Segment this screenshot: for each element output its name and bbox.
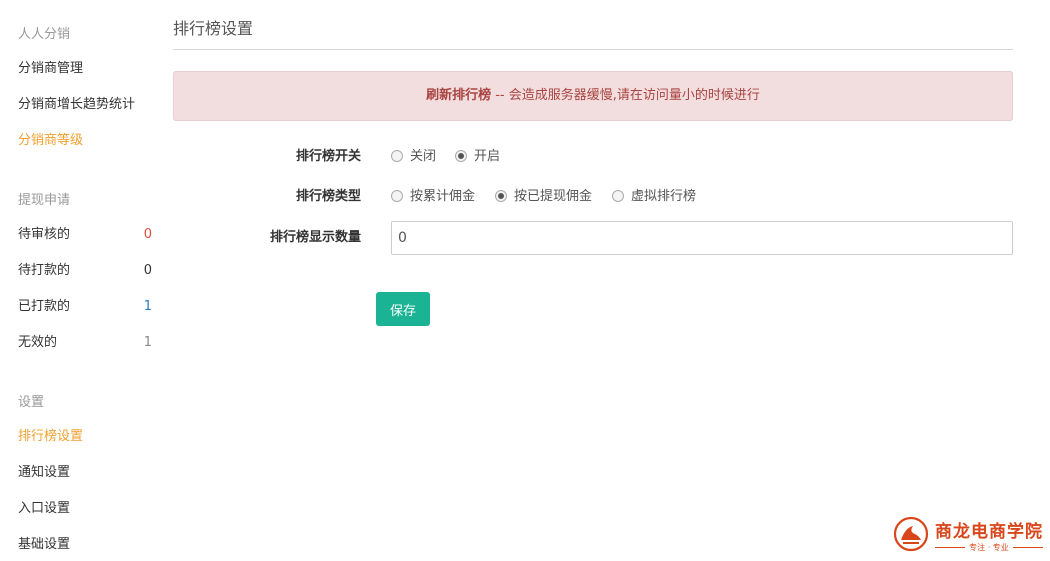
alert-strong: 刷新排行榜 [426,88,492,103]
ranking-type-row: 排行榜类型 按累计佣金 按已提现佣金 虚拟排行榜 [173,180,1013,214]
radio-switch-off[interactable]: 关闭 [391,140,436,174]
ranking-switch-label: 排行榜开关 [295,149,361,164]
save-button[interactable]: 保存 [376,292,430,326]
invalid-count: 1 [143,335,152,350]
title-divider [173,49,1013,50]
warning-alert: 刷新排行榜 -- 会造成服务器缓慢,请在访问量小的时候进行 [173,71,1013,121]
ranking-count-label: 排行榜显示数量 [269,230,361,245]
sidebar-section-settings: 设置 [18,395,45,410]
ranking-count-input[interactable] [391,221,1013,255]
sidebar-item-label: 待审核的 [18,227,71,242]
sidebar-section-withdrawal: 提现申请 [18,193,71,208]
alert-text: -- 会造成服务器缓慢,请在访问量小的时候进行 [491,88,760,103]
sidebar-item-pending-review[interactable]: 待审核的 0 [18,224,158,246]
sidebar-item-paid[interactable]: 已打款的 1 [18,296,158,318]
radio-label: 关闭 [410,149,437,164]
ranking-count-row: 排行榜显示数量 [173,221,1013,255]
watermark-title: 商龙电商学院 [935,522,1043,542]
radio-type-virtual[interactable]: 虚拟排行榜 [612,180,696,214]
ranking-type-label: 排行榜类型 [295,189,361,204]
radio-unchecked-icon [612,189,624,202]
radio-switch-on[interactable]: 开启 [455,140,500,174]
sidebar-item-notification-settings[interactable]: 通知设置 [18,462,158,484]
sidebar-item-distributor-management[interactable]: 分销商管理 [18,58,158,80]
sidebar-item-pending-payment[interactable]: 待打款的 0 [18,260,158,282]
sidebar-item-invalid[interactable]: 无效的 1 [18,332,158,354]
sidebar-item-entry-settings[interactable]: 入口设置 [18,498,158,520]
radio-label: 开启 [474,149,501,164]
sidebar-item-distributor-level[interactable]: 分销商等级 [18,130,158,152]
watermark: 商龙电商学院 专注 · 专业 [893,514,1045,556]
sidebar-item-distributor-growth-trend[interactable]: 分销商增长趋势统计 [18,94,158,116]
radio-unchecked-icon [391,189,403,202]
paid-count: 1 [143,299,152,314]
watermark-subtitle: 专注 · 专业 [935,542,1043,553]
pending-review-count: 0 [143,227,152,242]
radio-label: 按累计佣金 [410,189,476,204]
radio-type-cumulative[interactable]: 按累计佣金 [391,180,475,214]
watermark-logo-icon [893,516,929,552]
sidebar-item-ranking-settings[interactable]: 排行榜设置 [18,426,158,448]
radio-unchecked-icon [391,149,403,162]
radio-checked-icon [495,189,507,202]
page-title: 排行榜设置 [173,19,254,38]
radio-label: 虚拟排行榜 [631,189,697,204]
ranking-switch-row: 排行榜开关 关闭 开启 [173,140,1013,174]
sidebar-item-label: 待打款的 [18,263,71,278]
sidebar-item-label: 无效的 [18,335,58,350]
radio-type-withdrawn[interactable]: 按已提现佣金 [495,180,592,214]
radio-checked-icon [455,149,467,162]
sidebar-item-label: 已打款的 [18,299,71,314]
sidebar-item-basic-settings[interactable]: 基础设置 [18,534,158,556]
radio-label: 按已提现佣金 [514,189,593,204]
sidebar-section-distribution: 人人分销 [18,27,71,42]
sidebar: 人人分销 分销商管理 分销商增长趋势统计 分销商等级 提现申请 待审核的 0 待… [0,0,160,561]
pending-payment-count: 0 [143,263,152,278]
